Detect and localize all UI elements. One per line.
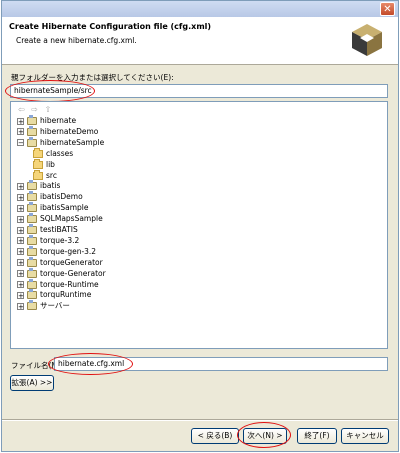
project-icon <box>27 278 37 289</box>
tree-project-item[interactable]: + torque-Generator <box>17 267 106 279</box>
expand-icon[interactable]: + <box>17 215 24 223</box>
tree-item-label: サーバー <box>40 301 70 311</box>
wizard-title: Create Hibernate Configuration file (cfg… <box>9 22 212 31</box>
close-icon[interactable]: ✕ <box>380 2 395 16</box>
project-icon <box>27 267 37 278</box>
expand-icon[interactable]: + <box>17 281 24 289</box>
tree-item-label: ibatisDemo <box>40 192 83 202</box>
button-separator <box>2 419 398 421</box>
project-icon <box>27 180 37 191</box>
tree-project-item[interactable]: − hibernateSample <box>17 136 105 148</box>
project-icon <box>27 245 37 256</box>
tree-item-label: lib <box>46 159 55 169</box>
folder-icon <box>33 169 43 180</box>
parent-folder-input[interactable]: hibernateSample/src <box>10 84 388 98</box>
tree-item-label: SQLMapsSample <box>40 214 103 224</box>
tree-item-label: torque-gen-3.2 <box>40 246 97 256</box>
tree-item-label: classes <box>46 148 74 158</box>
tree-folder-item[interactable]: src <box>33 169 57 181</box>
forward-icon[interactable]: ⇨ <box>31 105 40 114</box>
file-name-input[interactable]: hibernate.cfg.xml <box>54 357 388 371</box>
tree-project-item[interactable]: + ibatis <box>17 180 60 191</box>
up-icon[interactable]: ⇧ <box>45 105 54 114</box>
tree-item-label: hibernate <box>40 116 77 125</box>
tree-item-label: hibernateSample <box>40 137 105 147</box>
tree-item-label: ibatis <box>40 181 61 191</box>
tree-project-item[interactable]: + torque-gen-3.2 <box>17 245 97 257</box>
title-bar[interactable]: ✕ <box>2 1 398 17</box>
expand-icon[interactable]: + <box>17 182 24 190</box>
project-icon <box>27 191 37 202</box>
expand-icon[interactable]: + <box>17 248 24 256</box>
tree-project-item[interactable]: + サーバー <box>17 300 70 311</box>
expand-icon[interactable]: + <box>17 226 24 234</box>
dialog-window: ✕ Create Hibernate Configuration file (c… <box>1 0 399 452</box>
expand-icon[interactable]: + <box>17 204 24 212</box>
tree-item-label: torquRuntime <box>40 290 92 300</box>
expand-icon[interactable]: + <box>17 117 24 125</box>
tree-item-label: torque-3.2 <box>40 235 80 245</box>
tree-project-item[interactable]: + hibernate <box>17 115 76 126</box>
back-icon[interactable]: ⇦ <box>18 105 27 114</box>
folder-icon <box>33 147 43 158</box>
project-icon <box>27 256 37 267</box>
tree-project-item[interactable]: + torqueGenerator <box>17 256 103 268</box>
tree-item-label: hibernateDemo <box>40 126 99 136</box>
expand-icon[interactable]: + <box>17 270 24 278</box>
project-icon <box>27 224 37 234</box>
project-icon <box>27 289 37 300</box>
tree-project-item[interactable]: + hibernateDemo <box>17 125 99 137</box>
project-icon <box>27 234 37 245</box>
wizard-subtitle: Create a new hibernate.cfg.xml. <box>16 36 137 45</box>
finish-button[interactable]: 終了(F) <box>297 428 337 444</box>
tree-item-label: testiBATIS <box>40 225 78 234</box>
tree-project-item[interactable]: + torque-Runtime <box>17 278 99 290</box>
tree-project-item[interactable]: + ibatisSample <box>17 202 89 213</box>
expand-icon[interactable]: + <box>17 237 24 245</box>
cancel-button[interactable]: キャンセル <box>341 428 389 444</box>
project-icon <box>27 115 37 125</box>
tree-project-item[interactable]: + ibatisDemo <box>17 191 83 202</box>
tree-item-label: torque-Runtime <box>40 279 99 289</box>
tree-project-item[interactable]: + torque-3.2 <box>17 234 80 246</box>
tree-folder-item[interactable]: classes <box>33 147 74 159</box>
folder-tree[interactable]: ⇦ ⇨ ⇧ + hibernate + hibernateDemo − hibernate… <box>10 101 388 349</box>
project-icon <box>27 300 37 311</box>
expand-icon[interactable]: + <box>17 128 24 136</box>
expand-icon[interactable]: + <box>17 259 24 267</box>
advanced-button[interactable]: 拡張(A) >> <box>10 375 54 391</box>
expand-icon[interactable]: + <box>17 291 24 299</box>
tree-item-label: torqueGenerator <box>40 257 103 267</box>
project-icon <box>27 136 37 147</box>
collapse-icon[interactable]: − <box>17 139 24 147</box>
expand-icon[interactable]: + <box>17 302 24 310</box>
parent-folder-label: 親フォルダーを入力または選択してください(E): <box>11 73 174 82</box>
expand-icon[interactable]: + <box>17 193 24 201</box>
tree-item-label: ibatisSample <box>40 203 89 213</box>
wizard-banner: Create Hibernate Configuration file (cfg… <box>2 17 398 65</box>
project-icon <box>27 125 37 136</box>
project-icon <box>27 202 37 213</box>
tree-item-label: torque-Generator <box>40 268 106 278</box>
project-icon <box>27 213 37 224</box>
back-button[interactable]: < 戻る(B) <box>191 428 239 444</box>
tree-project-item[interactable]: + torquRuntime <box>17 289 91 300</box>
tree-item-label: src <box>46 170 57 180</box>
tree-project-item[interactable]: + SQLMapsSample <box>17 213 103 224</box>
next-button[interactable]: 次へ(N) > <box>243 428 287 444</box>
tree-toolbar: ⇦ ⇨ ⇧ <box>18 105 53 114</box>
folder-icon <box>33 158 43 169</box>
tree-project-item[interactable]: + testiBATIS <box>17 224 78 235</box>
hibernate-logo-icon <box>352 24 382 56</box>
tree-folder-item[interactable]: lib <box>33 158 55 170</box>
